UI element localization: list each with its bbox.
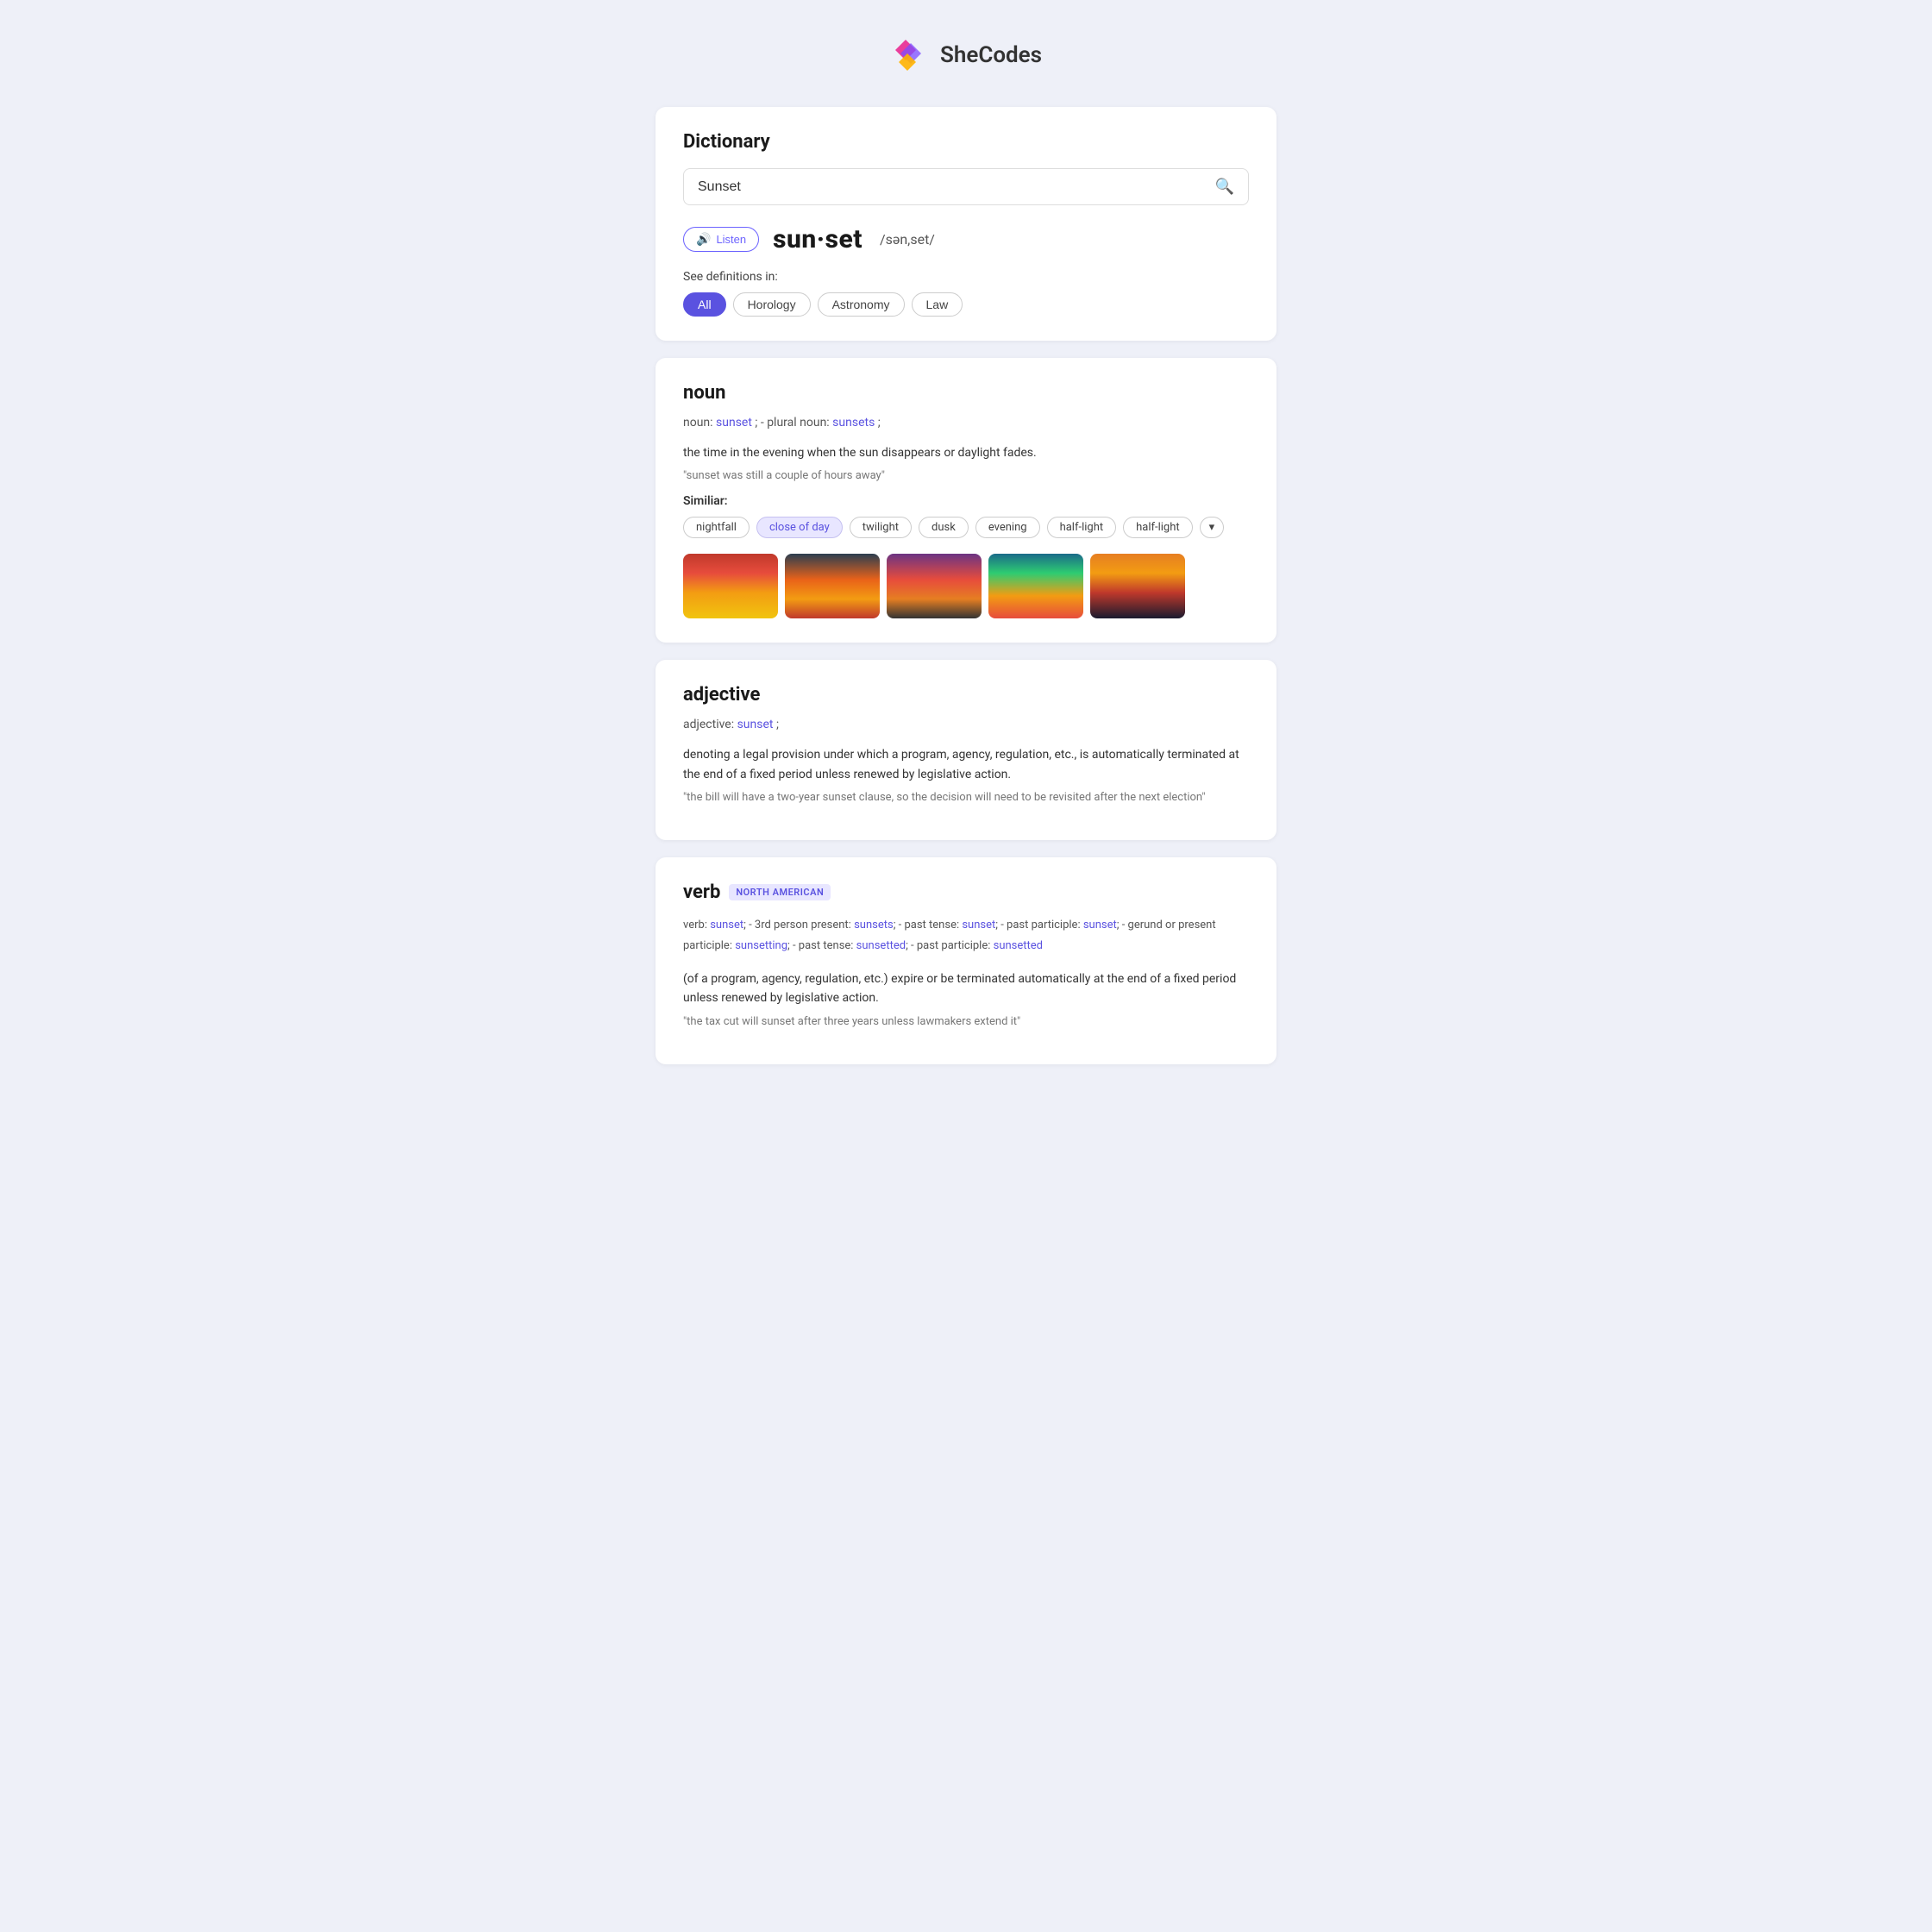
noun-link[interactable]: sunset xyxy=(716,416,752,430)
adj-example: "the bill will have a two-year sunset cl… xyxy=(683,791,1249,804)
verb-card: verb NORTH AMERICAN verb: sunset; - 3rd … xyxy=(656,857,1276,1064)
filter-all[interactable]: All xyxy=(683,292,726,317)
filter-astronomy[interactable]: Astronomy xyxy=(818,292,905,317)
similar-label: Similiar: xyxy=(683,494,1249,508)
word-title: sun·set xyxy=(773,224,862,254)
adj-link[interactable]: sunset xyxy=(737,718,774,731)
sunset-image-1[interactable] xyxy=(683,554,778,618)
verb-meta: verb: sunset; - 3rd person present: suns… xyxy=(683,915,1249,956)
tag-half-light-1[interactable]: half-light xyxy=(1047,517,1117,538)
pos-verb: verb xyxy=(683,881,720,903)
tag-twilight[interactable]: twilight xyxy=(850,517,912,538)
noun-card: noun noun: sunset ; - plural noun: sunse… xyxy=(656,358,1276,643)
verb-link-1[interactable]: sunset xyxy=(710,919,743,932)
verb-link-4[interactable]: sunset xyxy=(1083,919,1117,932)
verb-link-3[interactable]: sunset xyxy=(962,919,995,932)
north-american-badge: NORTH AMERICAN xyxy=(729,884,831,900)
plural-link[interactable]: sunsets xyxy=(832,416,875,430)
noun-definition: the time in the evening when the sun dis… xyxy=(683,443,1249,462)
tag-more[interactable]: ▾ xyxy=(1200,517,1225,538)
adj-prefix: adjective: xyxy=(683,718,737,731)
search-button[interactable]: 🔍 xyxy=(1215,178,1234,196)
search-icon: 🔍 xyxy=(1215,178,1234,195)
logo-icon xyxy=(890,34,932,76)
filter-law[interactable]: Law xyxy=(912,292,963,317)
noun-example: "sunset was still a couple of hours away… xyxy=(683,469,1249,482)
listen-button[interactable]: 🔊 Listen xyxy=(683,227,759,252)
dictionary-card: Dictionary 🔍 🔊 Listen sun·set /sən,set/ … xyxy=(656,107,1276,341)
filter-buttons: All Horology Astronomy Law xyxy=(683,292,1249,317)
pronunciation-row: 🔊 Listen sun·set /sən,set/ xyxy=(683,224,1249,254)
speaker-icon: 🔊 xyxy=(696,232,711,247)
pos-adjective: adjective xyxy=(683,684,1249,706)
tag-close-of-day[interactable]: close of day xyxy=(756,517,843,538)
noun-sep: ; - plural noun: xyxy=(755,416,832,430)
pos-noun: noun xyxy=(683,382,1249,404)
verb-link-6[interactable]: sunsetted xyxy=(856,939,906,952)
adj-definition: denoting a legal provision under which a… xyxy=(683,745,1249,784)
logo-text: SheCodes xyxy=(940,42,1042,68)
tag-half-light-2[interactable]: half-light xyxy=(1123,517,1193,538)
verb-link-5[interactable]: sunsetting xyxy=(735,939,787,952)
verb-link-7[interactable]: sunsetted xyxy=(994,939,1043,952)
listen-label: Listen xyxy=(716,233,746,246)
adjective-card: adjective adjective: sunset ; denoting a… xyxy=(656,660,1276,840)
sunset-image-2[interactable] xyxy=(785,554,880,618)
page-title: Dictionary xyxy=(683,131,1249,153)
noun-meta: noun: sunset ; - plural noun: sunsets ; xyxy=(683,416,1249,430)
tag-dusk[interactable]: dusk xyxy=(919,517,969,538)
filter-horology[interactable]: Horology xyxy=(733,292,811,317)
search-box: 🔍 xyxy=(683,168,1249,205)
sunset-image-3[interactable] xyxy=(887,554,982,618)
tag-evening[interactable]: evening xyxy=(975,517,1040,538)
verb-definition: (of a program, agency, regulation, etc.)… xyxy=(683,969,1249,1008)
noun-prefix: noun: xyxy=(683,416,716,430)
phonetic: /sən,set/ xyxy=(880,231,935,248)
sunset-image-5[interactable] xyxy=(1090,554,1185,618)
verb-link-2[interactable]: sunsets xyxy=(854,919,894,932)
adjective-meta: adjective: sunset ; xyxy=(683,718,1249,731)
see-defs-label: See definitions in: xyxy=(683,270,1249,284)
similar-tags: nightfall close of day twilight dusk eve… xyxy=(683,517,1249,538)
tag-nightfall[interactable]: nightfall xyxy=(683,517,750,538)
verb-example: "the tax cut will sunset after three yea… xyxy=(683,1015,1249,1028)
logo-area: SheCodes xyxy=(656,34,1276,76)
sunset-image-4[interactable] xyxy=(988,554,1083,618)
images-row xyxy=(683,554,1249,618)
search-input[interactable] xyxy=(698,179,1215,195)
